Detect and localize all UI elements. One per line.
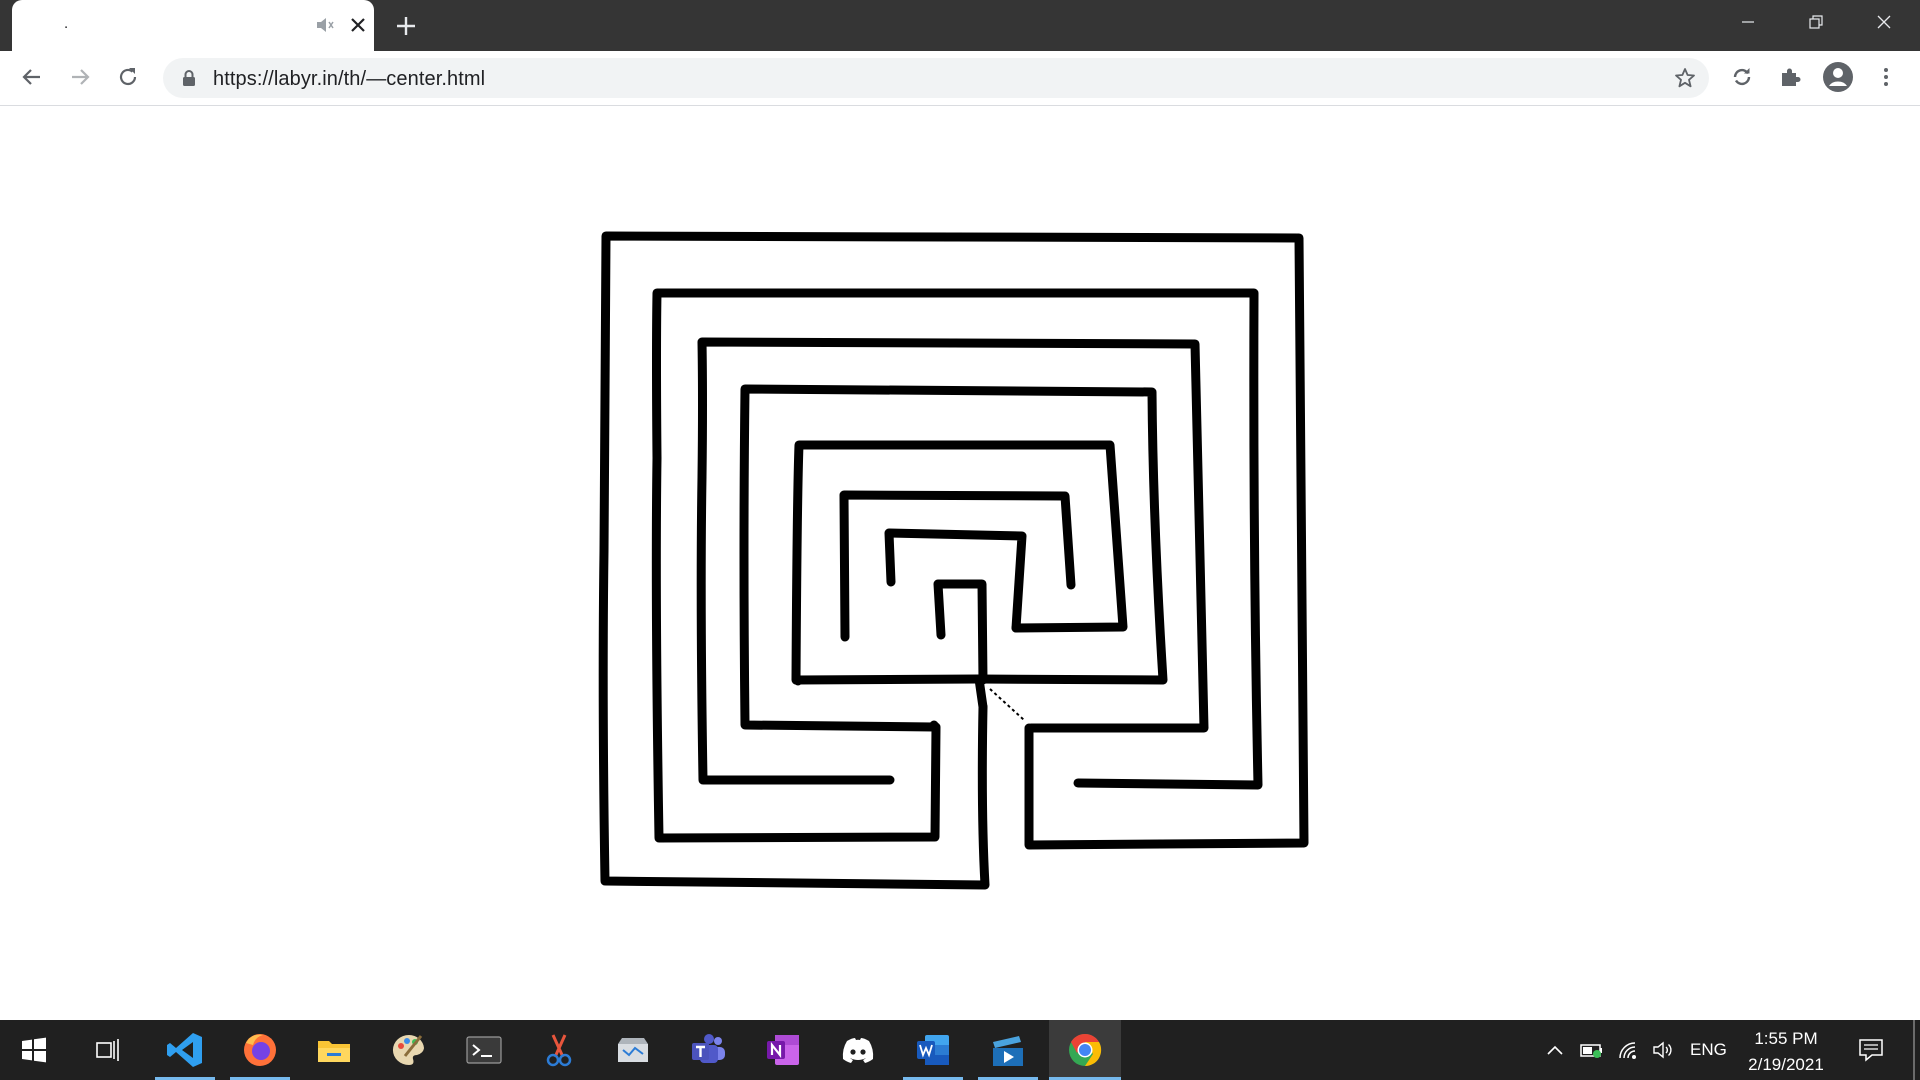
minimize-icon [1742,21,1754,23]
labyrinth-drawing [598,231,1309,890]
sync-button[interactable] [1724,59,1760,95]
video-player-icon [993,1036,1023,1066]
close-icon[interactable] [346,13,370,37]
labyrinth-dotted-path [989,688,1025,721]
puzzle-icon [1782,68,1801,86]
windows-start-icon [22,1037,46,1063]
taskbar-vscode[interactable] [155,1020,215,1080]
terminal-icon [466,1036,502,1064]
volume-button[interactable] [1651,1038,1675,1062]
minimize-button[interactable] [1714,0,1782,44]
taskbar-video-player[interactable] [978,1020,1038,1080]
action-center-button[interactable] [1857,1038,1885,1062]
taskbar-terminal[interactable] [454,1020,514,1080]
taskbar-paint[interactable] [379,1020,439,1080]
tab-strip: . [0,0,1920,51]
taskbar-snipping-tool[interactable] [529,1020,589,1080]
taskbar-word[interactable] [903,1020,963,1080]
profile-icon [1823,62,1853,92]
taskbar-firefox[interactable] [230,1020,290,1080]
taskbar-scanner[interactable] [603,1020,663,1080]
close-icon [1877,15,1891,29]
address-bar[interactable]: https://labyr.in/th/—center.html [163,58,1709,98]
sync-icon [1733,68,1751,86]
url-text[interactable]: https://labyr.in/th/—center.html [213,68,485,91]
labyrinth-wall-4 [739,384,1168,732]
battery-button[interactable] [1580,1038,1604,1062]
firefox-icon [244,1034,276,1066]
word-icon [917,1035,949,1065]
speaker-icon [1653,1041,1672,1059]
window-close-button[interactable] [1850,0,1918,44]
page-content [0,106,1920,1020]
vscode-icon [167,1033,202,1067]
reload-button[interactable] [110,59,146,95]
onenote-icon [767,1035,799,1065]
clock[interactable]: 1:55 PM 2/19/2021 [1736,1026,1836,1078]
show-desktop-divider[interactable] [1913,1020,1915,1080]
taskbar-discord[interactable] [828,1020,888,1080]
teams-icon [692,1034,725,1063]
show-hidden-icons-button[interactable] [1543,1038,1567,1062]
lock-icon[interactable] [181,69,197,87]
extensions-button[interactable] [1772,59,1808,95]
labyrinth-wall-9 [974,674,988,712]
plus-icon[interactable] [392,12,420,40]
arrow-right-icon [72,69,90,85]
tab-title: . [64,15,69,32]
file-explorer-icon [318,1041,350,1062]
snipping-tool-icon [546,1034,572,1067]
taskbar-chrome[interactable] [1049,1020,1121,1080]
chrome-icon [1069,1033,1102,1067]
notification-icon [1859,1039,1883,1062]
labyrinth-walls [598,231,1309,890]
restore-icon [1809,15,1823,29]
taskbar-file-explorer[interactable] [304,1020,364,1080]
forward-button[interactable] [62,59,98,95]
discord-icon [842,1038,874,1063]
task-view-button[interactable] [78,1020,138,1080]
network-button[interactable] [1616,1038,1640,1062]
clock-time: 1:55 PM [1754,1029,1818,1048]
star-icon[interactable] [1673,66,1697,90]
back-button[interactable] [14,59,50,95]
labyrinth-wall-3 [696,337,1209,785]
wifi-icon [1619,1042,1636,1059]
chevron-up-icon [1547,1045,1563,1055]
clock-date: 2/19/2021 [1748,1055,1824,1074]
arrow-left-icon [22,69,40,85]
input-language[interactable]: ENG [1690,1040,1727,1060]
speaker-muted-icon[interactable] [314,14,336,36]
labyrinth-wall-7 [933,579,988,685]
profile-button[interactable] [1820,59,1856,95]
restore-button[interactable] [1782,0,1850,44]
start-button[interactable] [4,1020,64,1080]
windows-taskbar: ENG 1:55 PM 2/19/2021 [0,1020,1920,1080]
reload-icon [119,68,137,86]
taskbar-onenote[interactable] [753,1020,813,1080]
browser-tab[interactable]: . [12,0,374,51]
task-view-icon [96,1039,119,1061]
scanner-icon [618,1038,648,1062]
menu-icon [1884,68,1888,86]
labyrinth-wall-5 [839,490,1076,642]
paint-icon [392,1035,424,1065]
menu-button[interactable] [1868,59,1904,95]
browser-toolbar: https://labyr.in/th/—center.html [0,51,1920,106]
taskbar-teams[interactable] [678,1020,738,1080]
battery-icon [1580,1044,1602,1058]
